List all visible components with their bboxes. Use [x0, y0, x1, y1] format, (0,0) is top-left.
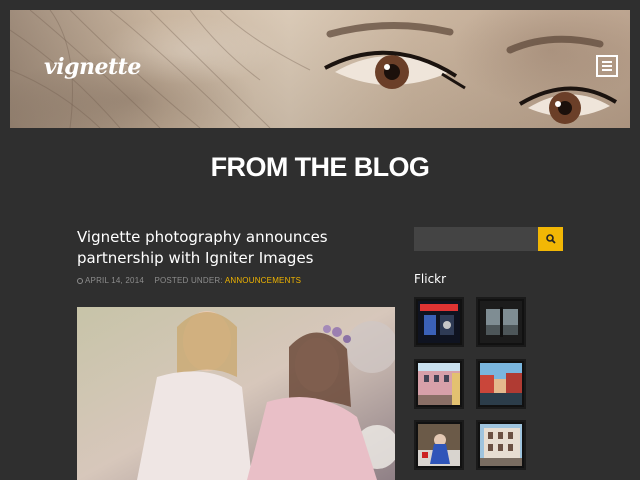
posted-under-label: POSTED UNDER: — [154, 276, 223, 285]
flickr-thumb[interactable] — [414, 420, 464, 470]
night-storefront-photo — [418, 301, 460, 343]
clock-icon — [77, 278, 83, 284]
search-input[interactable] — [414, 227, 538, 251]
flickr-thumb[interactable] — [476, 297, 526, 347]
search-button[interactable] — [538, 227, 563, 251]
pink-building-photo — [418, 363, 460, 405]
flickr-thumb[interactable] — [414, 297, 464, 347]
post-date: APRIL 14, 2014 — [85, 276, 144, 285]
post-title[interactable]: Vignette photography announces partnersh… — [77, 227, 377, 269]
menu-icon — [602, 61, 612, 71]
section-title: FROM THE BLOG — [210, 152, 430, 182]
flickr-thumb[interactable] — [476, 359, 526, 409]
search-icon — [545, 234, 556, 244]
menu-button[interactable] — [596, 55, 618, 77]
blue-winter-figure-photo — [418, 424, 460, 466]
site-logo[interactable]: vignette — [44, 54, 141, 80]
white-building-photo — [480, 424, 522, 466]
flickr-thumb[interactable] — [414, 359, 464, 409]
red-houses-canal-photo — [480, 363, 522, 405]
flickr-title: Flickr — [414, 272, 447, 286]
post-featured-image[interactable] — [77, 307, 395, 480]
post-meta: APRIL 14, 2014 POSTED UNDER: ANNOUNCEMEN… — [77, 276, 301, 285]
post-category-link[interactable]: ANNOUNCEMENTS — [225, 276, 301, 285]
sidebar-search — [414, 227, 563, 251]
flickr-thumb[interactable] — [476, 420, 526, 470]
header-banner: vignette — [10, 10, 630, 128]
two-women-photo — [77, 307, 395, 480]
window-city-view-photo — [480, 301, 522, 343]
